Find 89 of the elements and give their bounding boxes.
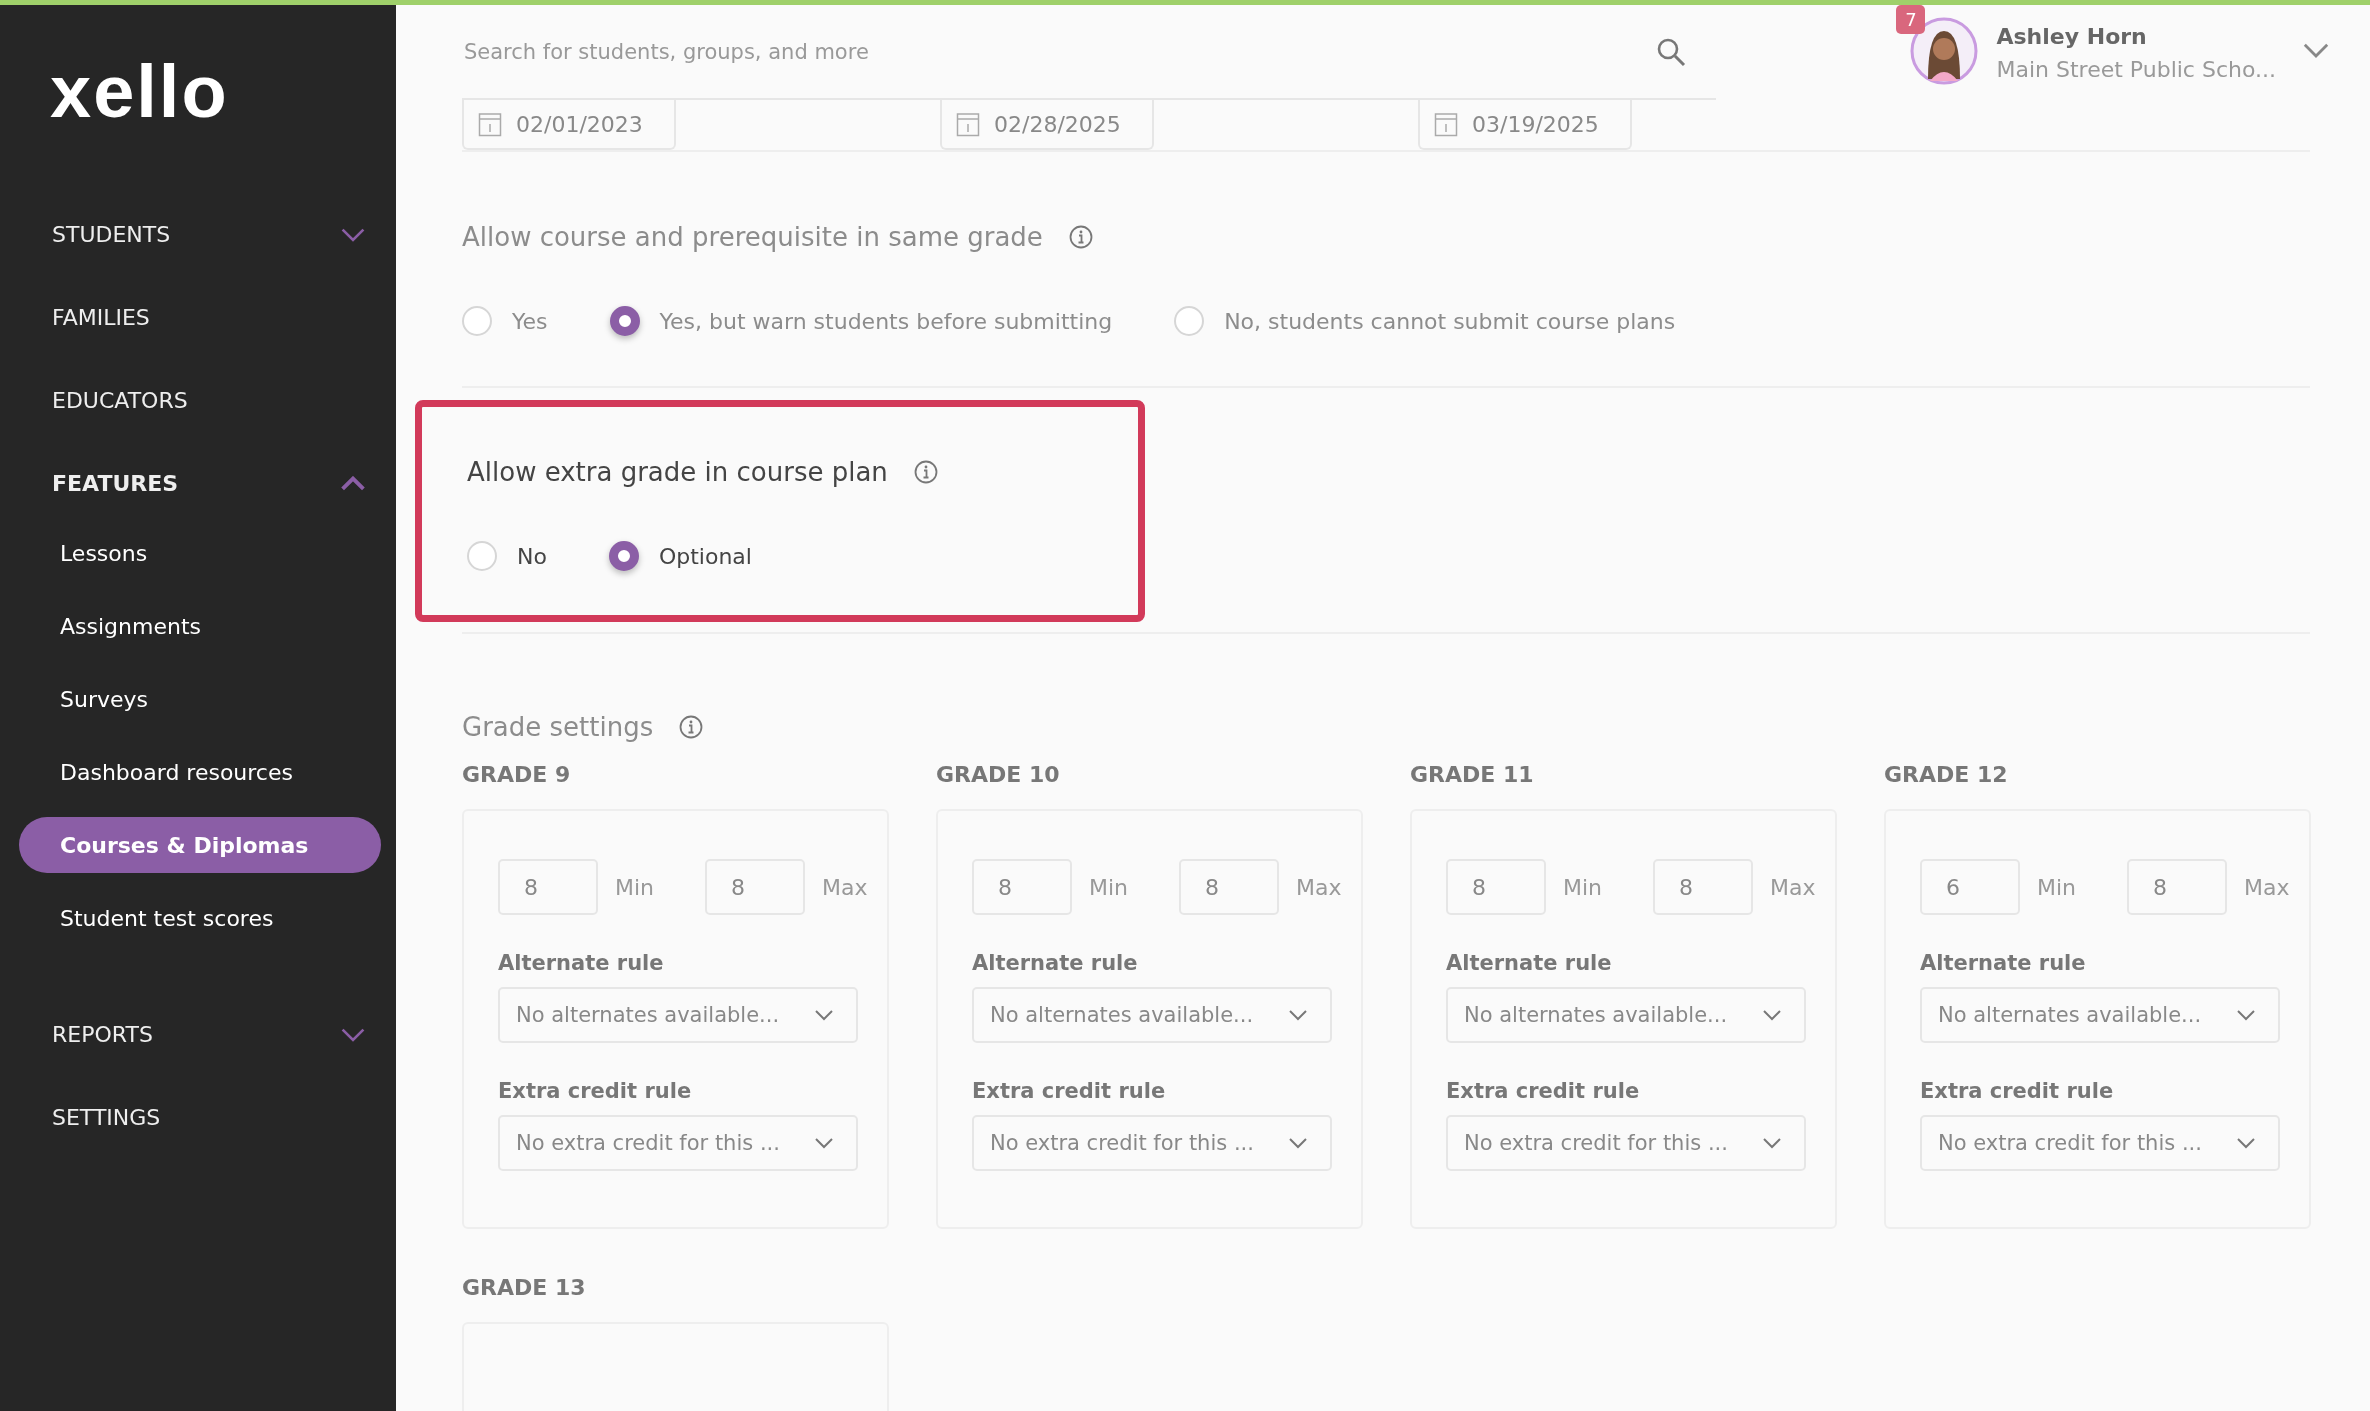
max-label: Max [1296, 874, 1342, 900]
chevron-icon [814, 1137, 834, 1149]
min-label: Min [2037, 874, 2077, 900]
user-name: Ashley Horn [1996, 23, 2148, 49]
chevron-icon [2236, 1009, 2256, 1021]
min-label: Min [615, 874, 655, 900]
max-field[interactable]: 8 [2127, 859, 2228, 915]
alternate-rule-select[interactable]: No alternates available... [1446, 987, 1806, 1043]
min-field[interactable]: 8 [1446, 859, 1546, 915]
date-field[interactable]: 02/28/2025 [940, 100, 1154, 150]
date-value: 02/01/2023 [516, 111, 643, 137]
nav-item[interactable]: Courses & Diplomas [19, 817, 381, 873]
chevron-icon [814, 1009, 834, 1021]
min-label: Min [1089, 874, 1129, 900]
radio-option[interactable]: Yes, but warn students before submitting [609, 306, 1113, 336]
field-label: Alternate rule [1920, 951, 2087, 975]
grade-label: GRADE 13 [462, 1275, 587, 1300]
grade-label: GRADE 12 [1884, 762, 2009, 787]
chevron-icon [340, 475, 366, 492]
radio-option[interactable]: Yes [462, 306, 548, 336]
notification-badge: 7 [1896, 5, 1926, 34]
search-icon[interactable] [1656, 36, 1686, 67]
chevron-icon [1288, 1137, 1308, 1149]
date-value: 03/19/2025 [1472, 111, 1599, 137]
max-label: Max [2244, 874, 2290, 900]
min-field[interactable]: 8 [972, 859, 1072, 915]
chevron-icon [340, 226, 366, 243]
calendar-icon [478, 111, 502, 137]
min-field[interactable]: 6 [1920, 859, 2020, 915]
min-field[interactable]: 8 [498, 859, 598, 915]
radio-option[interactable]: Optional [608, 541, 752, 571]
date-field[interactable]: 02/01/2023 [462, 100, 676, 150]
radio-button[interactable] [608, 541, 639, 571]
nav-item[interactable]: Lessons [19, 525, 381, 581]
nav-section[interactable]: FAMILIES [0, 276, 396, 359]
max-field[interactable]: 8 [1653, 859, 1754, 915]
radio-option[interactable]: No [467, 541, 547, 571]
nav-item[interactable]: Student test scores [19, 890, 381, 946]
date-value: 02/28/2025 [994, 111, 1121, 137]
chevron-icon [2302, 42, 2330, 59]
nav-section[interactable]: STUDENTS [0, 193, 396, 276]
alternate-rule-select[interactable]: No alternates available... [972, 987, 1332, 1043]
extra-credit-select[interactable]: No extra credit for this ... [498, 1115, 858, 1171]
field-label: Extra credit rule [972, 1079, 1167, 1103]
info-icon[interactable] [913, 460, 938, 484]
nav-section[interactable]: REPORTS [0, 993, 396, 1076]
grade-label: GRADE 11 [1410, 762, 1535, 787]
field-label: Alternate rule [498, 951, 665, 975]
extra-credit-select[interactable]: No extra credit for this ... [1920, 1115, 2280, 1171]
chevron-icon [1288, 1009, 1308, 1021]
max-field[interactable]: 8 [705, 859, 806, 915]
min-label: Min [1563, 874, 1603, 900]
info-icon[interactable] [1068, 225, 1093, 249]
alternate-rule-select[interactable]: No alternates available... [498, 987, 858, 1043]
radio-option[interactable]: No, students cannot submit course plans [1174, 306, 1676, 336]
field-label: Alternate rule [972, 951, 1139, 975]
field-label: Alternate rule [1446, 951, 1613, 975]
setting-title: Allow extra grade in course plan [467, 457, 888, 487]
setting-title: Allow course and prerequisite in same grade [462, 222, 1043, 252]
grade-label: GRADE 9 [462, 762, 572, 787]
extra-credit-select[interactable]: No extra credit for this ... [972, 1115, 1332, 1171]
info-icon[interactable] [679, 715, 704, 739]
search-field[interactable]: Search for students, groups, and more [462, 38, 1656, 65]
chevron-icon [1762, 1009, 1782, 1021]
nav-item[interactable]: Dashboard resources [19, 744, 381, 800]
radio-button[interactable] [609, 306, 640, 336]
field-label: Extra credit rule [1446, 1079, 1641, 1103]
chevron-icon [2236, 1137, 2256, 1149]
logo[interactable]: xello [50, 55, 229, 129]
alternate-rule-select[interactable]: No alternates available... [1920, 987, 2280, 1043]
chevron-icon [1762, 1137, 1782, 1149]
nav-section[interactable]: FEATURES [0, 442, 396, 525]
max-label: Max [822, 874, 868, 900]
date-field[interactable]: 03/19/2025 [1418, 100, 1632, 150]
calendar-icon [956, 111, 980, 137]
nav-section[interactable]: SETTINGS [0, 1076, 396, 1159]
max-field[interactable]: 8 [1179, 859, 1280, 915]
nav-item[interactable]: Surveys [19, 671, 381, 727]
school-name: Main Street Public Scho... [1996, 56, 2276, 82]
max-label: Max [1770, 874, 1816, 900]
nav-item[interactable]: Assignments [19, 598, 381, 654]
calendar-icon [1434, 111, 1458, 137]
field-label: Extra credit rule [1920, 1079, 2115, 1103]
grade-label: GRADE 10 [936, 762, 1061, 787]
chevron-icon [340, 1026, 366, 1043]
field-label: Extra credit rule [498, 1079, 693, 1103]
extra-credit-select[interactable]: No extra credit for this ... [1446, 1115, 1806, 1171]
section-title: Grade settings [462, 712, 654, 742]
nav-section[interactable]: EDUCATORS [0, 359, 396, 442]
